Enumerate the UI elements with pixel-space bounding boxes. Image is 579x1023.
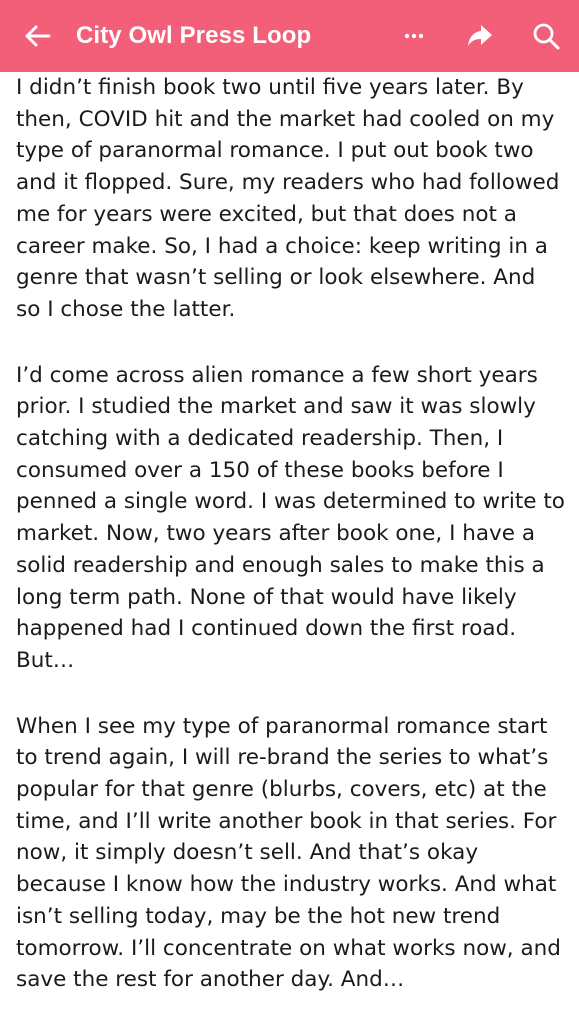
post-paragraph: When I see my type of paranormal romance… xyxy=(16,713,561,993)
more-horizontal-icon xyxy=(404,33,424,39)
more-button[interactable] xyxy=(381,0,447,72)
search-button[interactable] xyxy=(513,0,579,72)
back-button[interactable] xyxy=(0,0,76,72)
post-paragraph: I’d come across alien romance a few shor… xyxy=(16,362,565,673)
share-icon xyxy=(468,25,492,46)
app-screen: City Owl Press Loop I didn’t finish book… xyxy=(0,0,579,1023)
post-paragraph: I didn’t finish book two until five year… xyxy=(16,75,560,322)
post-content: I didn’t finish book two until five year… xyxy=(16,72,569,1023)
top-app-bar: City Owl Press Loop xyxy=(0,0,579,72)
page-title: City Owl Press Loop xyxy=(76,22,312,49)
arrow-left-icon xyxy=(25,25,51,47)
share-button[interactable] xyxy=(447,0,513,72)
search-icon xyxy=(533,23,560,50)
